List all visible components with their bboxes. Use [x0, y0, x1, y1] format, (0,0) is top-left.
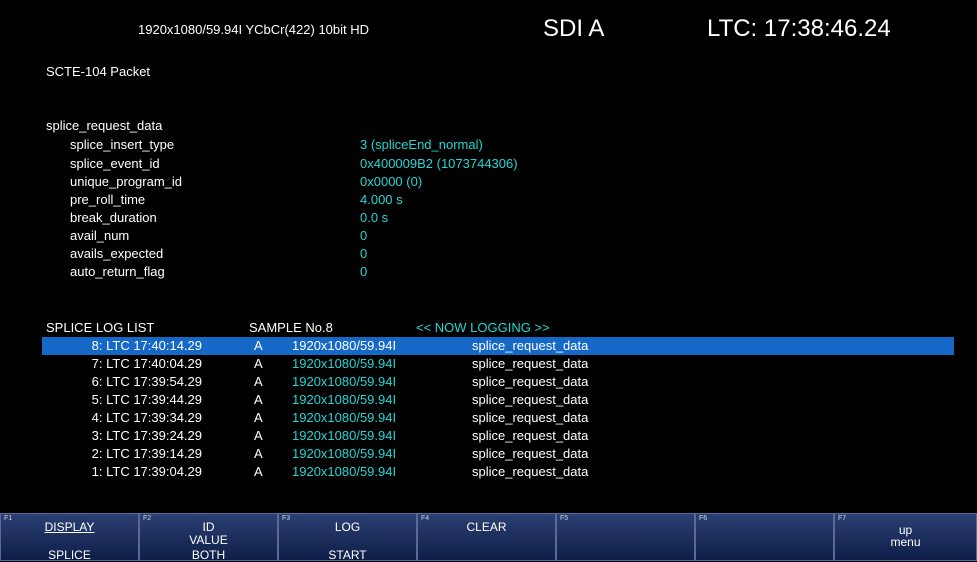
- ltc-timecode: LTC: 17:38:46.24: [707, 15, 891, 42]
- status-bar: 1920x1080/59.94I YCbCr(422) 10bit HD SDI…: [0, 0, 977, 60]
- param-value: 0x400009B2 (1073744306): [360, 156, 518, 171]
- log-format: 1920x1080/59.94I: [292, 446, 397, 461]
- log-row[interactable]: 8: LTC 17:40:14.29 A 1920x1080/59.94I sp…: [42, 337, 954, 355]
- input-channel: SDI A: [543, 15, 605, 42]
- log-type: splice_request_data: [472, 374, 589, 389]
- log-ltc: 8: LTC 17:40:14.29: [91, 338, 202, 353]
- log-input: A: [254, 410, 263, 425]
- log-ltc: 7: LTC 17:40:04.29: [91, 356, 202, 371]
- log-type: splice_request_data: [472, 356, 589, 371]
- log-input: A: [254, 356, 263, 371]
- f7-up-menu-button[interactable]: F7 up menu: [834, 513, 977, 561]
- log-type: splice_request_data: [472, 392, 589, 407]
- log-type: splice_request_data: [472, 428, 589, 443]
- log-input: A: [254, 338, 263, 353]
- log-title: SPLICE LOG LIST: [46, 320, 155, 335]
- param-name: pre_roll_time: [70, 192, 146, 207]
- log-type: splice_request_data: [472, 446, 589, 461]
- log-ltc: 5: LTC 17:39:44.29: [91, 392, 202, 407]
- log-input: A: [254, 428, 263, 443]
- packet-title: SCTE-104 Packet: [46, 64, 151, 79]
- log-format: 1920x1080/59.94I: [292, 392, 397, 407]
- log-row[interactable]: 1: LTC 17:39:04.29 A 1920x1080/59.94I sp…: [42, 463, 954, 481]
- log-ltc: 1: LTC 17:39:04.29: [91, 464, 202, 479]
- fkey-label: menu: [890, 535, 921, 549]
- log-ltc: 6: LTC 17:39:54.29: [91, 374, 202, 389]
- param-name: auto_return_flag: [70, 264, 165, 279]
- param-value: 0x0000 (0): [360, 174, 423, 189]
- fkey-label: CLEAR: [466, 520, 507, 534]
- log-row[interactable]: 3: LTC 17:39:24.29 A 1920x1080/59.94I sp…: [42, 427, 954, 445]
- log-format: 1920x1080/59.94I: [292, 410, 397, 425]
- param-name: splice_insert_type: [70, 137, 175, 152]
- f3-log-button[interactable]: F3 LOG START: [278, 513, 417, 562]
- param-value: 3 (spliceEnd_normal): [360, 137, 483, 152]
- param-name: avails_expected: [70, 246, 164, 261]
- log-ltc: 4: LTC 17:39:34.29: [91, 410, 202, 425]
- fkey-setting: SPLICE: [48, 548, 91, 562]
- fkey-label: LOG: [334, 520, 361, 534]
- fkey-number: F6: [699, 515, 708, 522]
- param-name: splice_event_id: [70, 156, 160, 171]
- fkey-label: ID: [202, 520, 215, 534]
- log-format: 1920x1080/59.94I: [292, 464, 397, 479]
- param-value: 4.000 s: [360, 192, 403, 207]
- log-format: 1920x1080/59.94I: [292, 356, 397, 371]
- log-input: A: [254, 374, 263, 389]
- log-input: A: [254, 464, 263, 479]
- fkey-setting: START: [328, 548, 367, 562]
- log-ltc: 2: LTC 17:39:14.29: [91, 446, 202, 461]
- function-key-bar: F1 DISPLAY SPLICE F2 ID VALUE BOTH F3 LO…: [0, 513, 977, 562]
- log-format: 1920x1080/59.94I: [292, 428, 397, 443]
- log-type: splice_request_data: [472, 464, 589, 479]
- fkey-setting: BOTH: [191, 548, 226, 562]
- param-value: 0: [360, 246, 368, 261]
- log-row[interactable]: 5: LTC 17:39:44.29 A 1920x1080/59.94I sp…: [42, 391, 954, 409]
- log-format: 1920x1080/59.94I: [292, 338, 397, 353]
- log-row[interactable]: 4: LTC 17:39:34.29 A 1920x1080/59.94I sp…: [42, 409, 954, 427]
- log-row[interactable]: 2: LTC 17:39:14.29 A 1920x1080/59.94I sp…: [42, 445, 954, 463]
- param-value: 0: [360, 228, 368, 243]
- log-input: A: [254, 392, 263, 407]
- log-type: splice_request_data: [472, 338, 589, 353]
- fkey-label: VALUE: [189, 533, 228, 547]
- fkey-number: F7: [838, 515, 847, 522]
- log-row[interactable]: 7: LTC 17:40:04.29 A 1920x1080/59.94I sp…: [42, 355, 954, 373]
- param-value: 0.0 s: [360, 210, 389, 225]
- log-format: 1920x1080/59.94I: [292, 374, 397, 389]
- log-input: A: [254, 446, 263, 461]
- param-value: 0: [360, 264, 368, 279]
- log-type: splice_request_data: [472, 410, 589, 425]
- fkey-label: DISPLAY: [44, 520, 95, 534]
- log-row[interactable]: 6: LTC 17:39:54.29 A 1920x1080/59.94I sp…: [42, 373, 954, 391]
- param-name: break_duration: [70, 210, 157, 225]
- param-name: avail_num: [70, 228, 130, 243]
- log-ltc: 3: LTC 17:39:24.29: [91, 428, 202, 443]
- param-name: unique_program_id: [70, 174, 183, 189]
- f5-button[interactable]: F5: [556, 513, 695, 561]
- section-title: splice_request_data: [46, 118, 163, 133]
- fkey-number: F5: [560, 515, 569, 522]
- f6-button[interactable]: F6: [695, 513, 834, 561]
- f4-clear-button[interactable]: F4 CLEAR: [417, 513, 556, 561]
- log-status: << NOW LOGGING >>: [416, 320, 550, 335]
- signal-format: 1920x1080/59.94I YCbCr(422) 10bit HD: [138, 22, 370, 37]
- f1-display-button[interactable]: F1 DISPLAY SPLICE: [0, 513, 139, 562]
- f2-id-value-button[interactable]: F2 ID VALUE BOTH: [139, 513, 278, 562]
- log-sample-count: SAMPLE No.8: [249, 320, 333, 335]
